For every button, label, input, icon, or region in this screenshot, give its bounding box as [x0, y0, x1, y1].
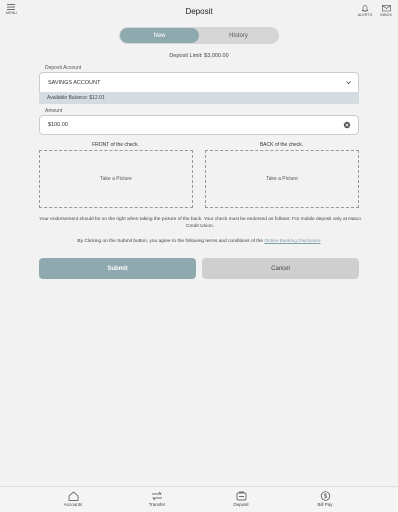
clear-amount-icon[interactable] [343, 121, 351, 129]
menu-label: MENU [6, 11, 17, 15]
amount-input[interactable]: $100.00 [39, 115, 359, 135]
tab-new[interactable]: New [120, 28, 199, 43]
inbox-label: INBOX [380, 13, 392, 17]
app-header: MENU Deposit ALERTS INBOX [0, 0, 398, 22]
cancel-button[interactable]: Cancel [202, 258, 359, 279]
tab-bill-pay[interactable]: $ Bill Pay [305, 491, 345, 507]
tab-transfer-label: Transfer [148, 502, 166, 507]
back-take-picture-text: Take a Picture [266, 176, 298, 182]
tab-accounts-label: Accounts [63, 502, 83, 507]
tab-deposit-label: Deposit [233, 502, 249, 507]
alerts-label: ALERTS [357, 13, 373, 17]
inbox-button[interactable]: INBOX [380, 4, 392, 17]
tab-transfer[interactable]: Transfer [137, 491, 177, 507]
amount-value: $100.00 [48, 122, 68, 128]
hamburger-menu-icon [7, 4, 16, 10]
envelope-icon [381, 4, 391, 12]
page-title: Deposit [185, 6, 213, 16]
back-check-capture[interactable]: Take a Picture [205, 150, 359, 208]
tab-history[interactable]: History [199, 28, 278, 43]
available-balance-text: Available Balance: $12.01 [47, 95, 105, 101]
home-icon [68, 491, 79, 501]
front-check-capture[interactable]: Take a Picture [39, 150, 193, 208]
tab-accounts[interactable]: Accounts [53, 491, 93, 507]
endorsement-note: Your endorsement should be on the right … [39, 217, 361, 229]
dollar-circle-icon: $ [320, 491, 331, 501]
deposit-check-icon [236, 491, 247, 501]
alerts-button[interactable]: ALERTS [358, 4, 373, 17]
bottom-tab-bar: Accounts Transfer Deposit $ Bill Pay [0, 486, 398, 512]
available-balance-bar: Available Balance: $12.01 [39, 92, 359, 104]
chevron-down-icon [345, 79, 352, 86]
deposit-account-label: Deposit Account [45, 65, 82, 71]
bell-icon [361, 4, 369, 12]
front-take-picture-text: Take a Picture [100, 176, 132, 182]
menu-button[interactable]: MENU [6, 4, 17, 15]
terms-text-row: By Clicking on the Submit button, you ag… [0, 239, 398, 244]
online-banking-disclosure-link[interactable]: Online Banking Disclosure [264, 239, 320, 244]
deposit-account-select[interactable]: SAVINGS ACCOUNT [39, 72, 359, 93]
svg-text:$: $ [323, 494, 327, 500]
tab-deposit[interactable]: Deposit [221, 491, 261, 507]
front-check-label: FRONT of the check. [92, 142, 139, 148]
submit-button[interactable]: Submit [39, 258, 196, 279]
transfer-icon [151, 491, 163, 501]
amount-label: Amount [45, 108, 63, 114]
deposit-segmented-control: New History [119, 27, 279, 44]
back-check-label: BACK of the check. [259, 142, 304, 148]
terms-text: By Clicking on the Submit button, you ag… [77, 239, 263, 244]
deposit-limit-text: Deposit Limit: $3,000.00 [169, 53, 229, 59]
tab-bill-pay-label: Bill Pay [317, 502, 333, 507]
deposit-account-value: SAVINGS ACCOUNT [48, 79, 101, 86]
